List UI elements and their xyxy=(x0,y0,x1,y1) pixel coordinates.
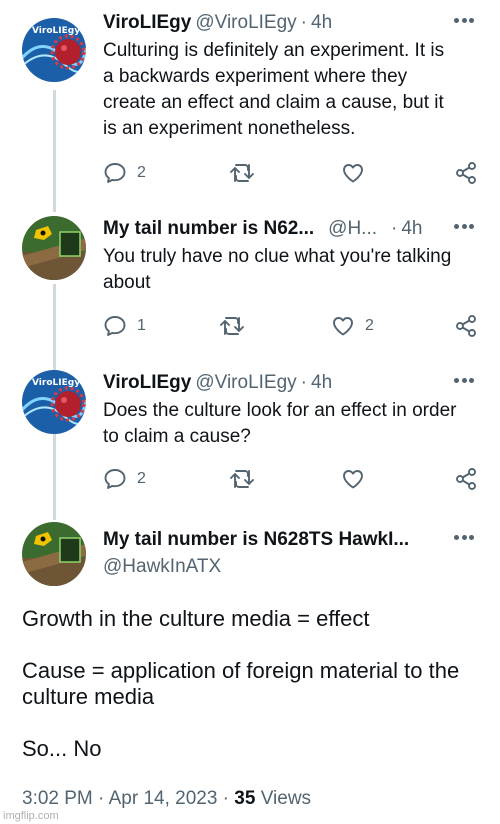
like-button[interactable] xyxy=(341,161,375,185)
more-options-icon[interactable] xyxy=(454,18,474,24)
watermark: imgflip.com xyxy=(3,810,59,822)
tweet-actions: 2 xyxy=(103,467,478,493)
reply-button[interactable]: 1 xyxy=(103,314,146,338)
avatar-virolegy[interactable]: ViroLIEgy xyxy=(22,370,86,434)
share-button[interactable] xyxy=(454,161,478,185)
tweet-text: You truly have no clue what you're talki… xyxy=(103,244,482,296)
main-tweet-text: Growth in the culture media = effect Cau… xyxy=(22,606,480,788)
author-name[interactable]: ViroLIEgy xyxy=(103,12,191,33)
retweet-button[interactable] xyxy=(219,314,255,338)
author-name[interactable]: ViroLIEgy xyxy=(103,372,191,393)
retweet-button[interactable] xyxy=(229,467,265,491)
tweet-text: Culturing is definitely an experiment. I… xyxy=(103,38,482,142)
retweet-icon xyxy=(220,317,244,335)
more-options-icon[interactable] xyxy=(454,224,474,230)
tweet-header: My tail number is N62... @H... · 4h xyxy=(103,216,450,242)
tweet-text-line: a backwards experiment where they xyxy=(103,66,408,87)
tweet-3[interactable]: ViroLIEgy ViroLIEgy @ViroLIEgy · 4h Does th… xyxy=(0,370,500,500)
tweet-time[interactable]: 4h xyxy=(401,218,422,239)
tweet-actions: 2 xyxy=(103,161,478,187)
share-icon xyxy=(456,315,476,337)
tweet-text-line: to claim a cause? xyxy=(103,426,251,447)
avatar-logo-text: ViroLIEgy xyxy=(32,26,80,36)
views-count: 35 xyxy=(234,788,256,809)
retweet-icon xyxy=(230,164,254,182)
avatar-logo-text: ViroLIEgy xyxy=(32,378,80,388)
main-tweet-paragraph: Growth in the culture media = effect xyxy=(22,606,370,631)
author-name[interactable]: My tail number is N628TS HawkI... xyxy=(103,527,409,553)
like-count: 2 xyxy=(365,317,374,334)
share-button[interactable] xyxy=(454,467,478,491)
author-name[interactable]: My tail number is N62... xyxy=(103,218,314,239)
share-icon xyxy=(456,162,476,184)
separator-dot: · xyxy=(300,372,307,393)
retweet-icon xyxy=(230,470,254,488)
reply-count: 2 xyxy=(137,164,146,181)
tweet-time[interactable]: 4h xyxy=(311,12,332,33)
share-button[interactable] xyxy=(454,314,478,338)
heart-icon xyxy=(343,164,363,183)
separator-dot: · xyxy=(300,12,307,33)
tweet-meta: 3:02 PM · Apr 14, 2023 · 35 Views xyxy=(22,787,311,811)
separator-dot: · xyxy=(391,218,398,239)
tweet-timestamp[interactable]: 3:02 PM · Apr 14, 2023 · xyxy=(22,788,234,809)
tweet-2[interactable]: My tail number is N62... @H... · 4h You tru… xyxy=(0,216,500,346)
author-handle[interactable]: @ViroLIEgy xyxy=(195,372,296,393)
views-label: Views xyxy=(255,788,312,809)
tweet-time[interactable]: 4h xyxy=(311,372,332,393)
main-tweet-header: My tail number is N628TS HawkI... @HawkI… xyxy=(103,527,409,580)
author-handle[interactable]: @HawkInATX xyxy=(103,554,409,580)
reply-icon xyxy=(104,316,126,336)
tweet-text-line: Culturing is definitely an experiment. I… xyxy=(103,40,445,61)
heart-icon xyxy=(343,470,363,489)
avatar-virolegy[interactable]: ViroLIEgy xyxy=(22,18,86,82)
reply-icon xyxy=(104,469,126,489)
like-button[interactable] xyxy=(341,467,375,491)
reply-button[interactable]: 2 xyxy=(103,161,146,185)
avatar-hawk[interactable] xyxy=(22,216,86,280)
tweet-text-line: about xyxy=(103,272,151,293)
author-handle[interactable]: @H... xyxy=(328,218,377,239)
like-button[interactable]: 2 xyxy=(331,314,374,338)
tweet-text-line: You truly have no clue what you're talki… xyxy=(103,246,452,267)
tweet-text-line: create an effect and claim a cause, but … xyxy=(103,92,444,113)
reply-button[interactable]: 2 xyxy=(103,467,146,491)
main-tweet-paragraph: So... No xyxy=(22,736,102,761)
reply-icon xyxy=(104,163,126,183)
more-options-icon[interactable] xyxy=(454,535,474,541)
share-icon xyxy=(456,468,476,490)
main-tweet-paragraph: Cause = application of foreign material … xyxy=(22,658,460,709)
tweet-text-line: is an experiment nonetheless. xyxy=(103,118,356,139)
reply-count: 1 xyxy=(137,317,146,334)
tweet-actions: 1 2 xyxy=(103,314,478,340)
retweet-button[interactable] xyxy=(229,161,265,185)
more-options-icon[interactable] xyxy=(454,378,474,384)
tweet-1[interactable]: ViroLIEgy ViroLIEgy @ViroLIEgy · 4h Culturi… xyxy=(0,10,500,200)
tweet-text-line: Does the culture look for an effect in o… xyxy=(103,400,457,421)
tweet-header: ViroLIEgy @ViroLIEgy · 4h xyxy=(103,10,450,36)
author-handle[interactable]: @ViroLIEgy xyxy=(195,12,296,33)
heart-icon xyxy=(333,317,353,336)
tweet-header: ViroLIEgy @ViroLIEgy · 4h xyxy=(103,370,450,396)
tweet-text: Does the culture look for an effect in o… xyxy=(103,398,482,450)
avatar-hawk[interactable] xyxy=(22,522,86,586)
reply-count: 2 xyxy=(137,470,146,487)
